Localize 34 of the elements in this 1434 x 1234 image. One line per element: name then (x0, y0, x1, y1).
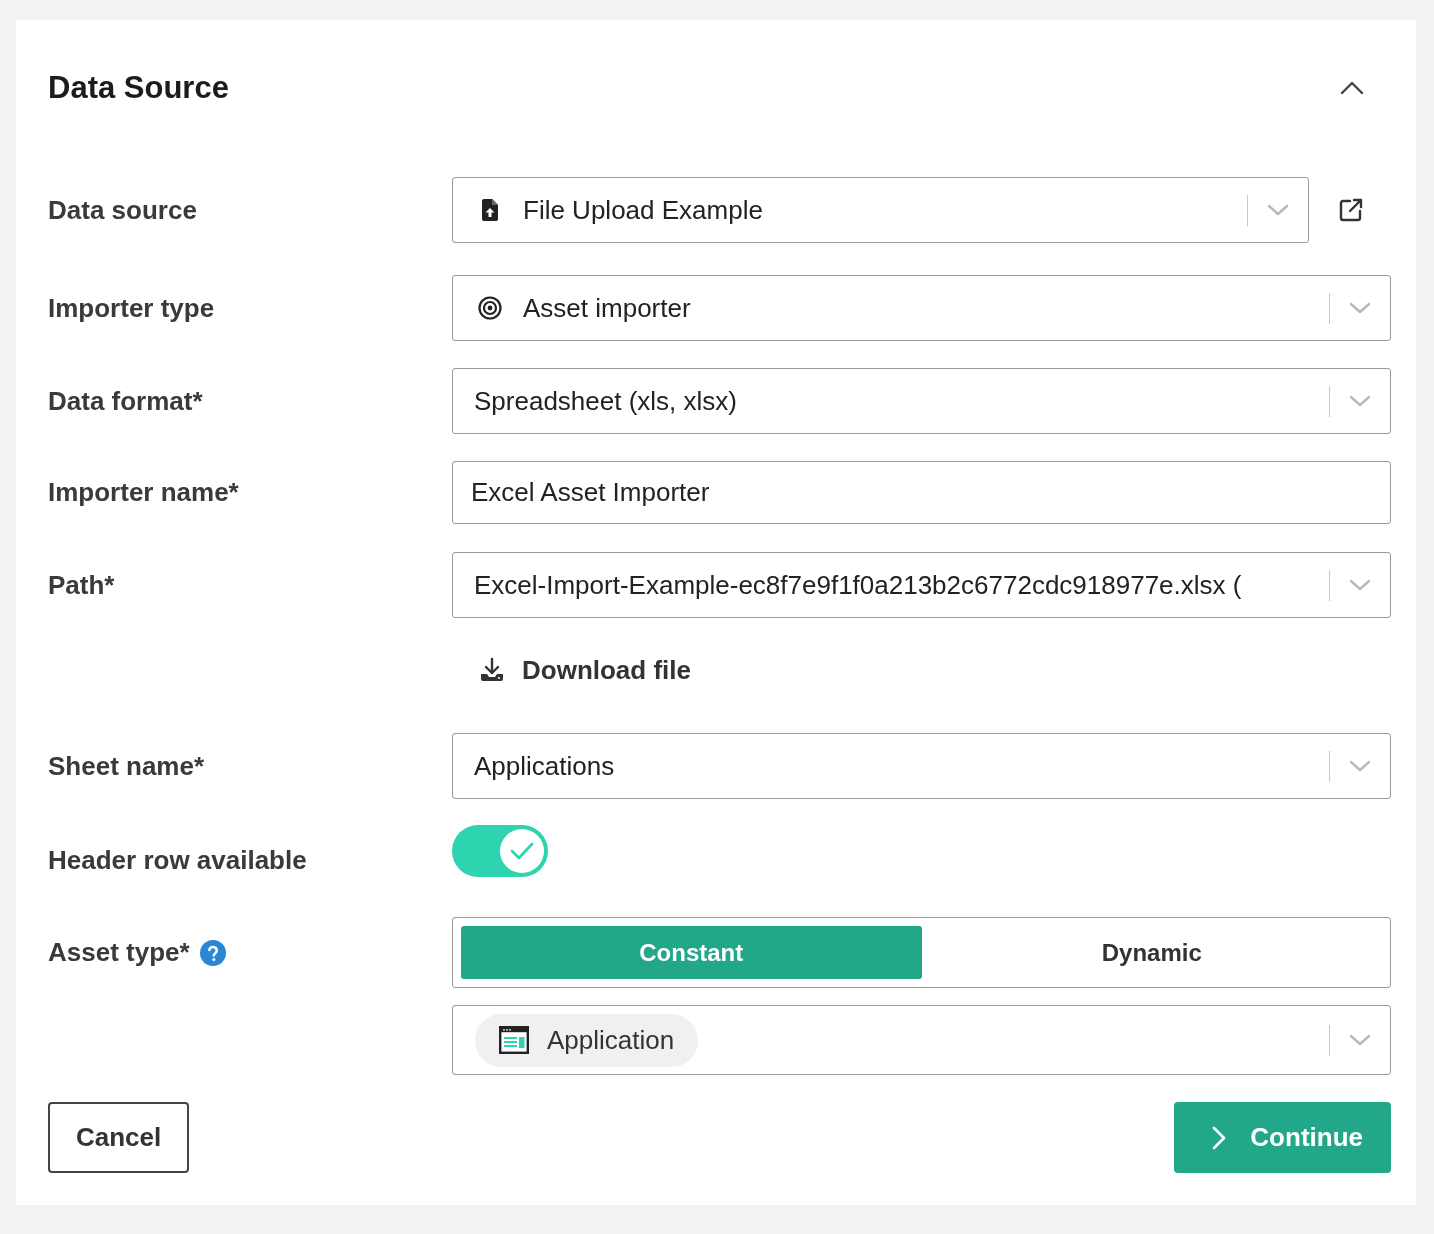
field-label: Asset type* (48, 937, 190, 968)
field-label: Path* (48, 569, 115, 601)
chevron-down-icon (1349, 760, 1371, 772)
sheet-name-dropdown[interactable]: Applications (452, 733, 1391, 799)
field-label: Importer name* (48, 477, 239, 508)
data-source-dropdown[interactable]: File Upload Example (452, 177, 1309, 243)
target-icon (478, 296, 502, 320)
importer-name-field[interactable]: Excel Asset Importer (452, 461, 1391, 524)
field-label: Sheet name* (48, 750, 205, 782)
data-format-dropdown[interactable]: Spreadsheet (xls, xlsx) (452, 368, 1391, 434)
chevron-down-icon (1349, 395, 1371, 407)
external-link-icon[interactable] (1338, 197, 1364, 223)
help-icon[interactable] (199, 939, 226, 966)
field-label: Header row available (48, 844, 307, 876)
section-title: Data Source (48, 70, 229, 106)
chevron-down-icon (1349, 1034, 1371, 1046)
asset-type-value: Application (547, 1024, 675, 1056)
chevron-right-icon (1212, 1125, 1227, 1150)
field-label: Data format* (48, 385, 203, 417)
path-dropdown[interactable]: Excel-Import-Example-ec8f7e9f1f0a213b2c6772cdc918977e.xlsx ( (452, 552, 1391, 618)
field-label: Importer type (48, 292, 215, 324)
cancel-button[interactable]: Cancel (48, 1102, 190, 1173)
application-window-icon (499, 1026, 529, 1054)
field-label: Data source (48, 194, 197, 226)
toggle-switch[interactable] (452, 825, 548, 877)
importer-type-dropdown[interactable]: Asset importer (452, 275, 1391, 341)
download-icon (479, 657, 505, 683)
check-icon (510, 842, 534, 860)
download-file-link[interactable]: Download file (479, 654, 691, 686)
chevron-down-icon (1267, 204, 1289, 216)
chevron-down-icon (1349, 579, 1371, 591)
chevron-up-icon[interactable] (1340, 81, 1364, 95)
asset-type-dropdown[interactable]: Application (452, 1005, 1391, 1075)
chevron-down-icon (1349, 302, 1371, 314)
